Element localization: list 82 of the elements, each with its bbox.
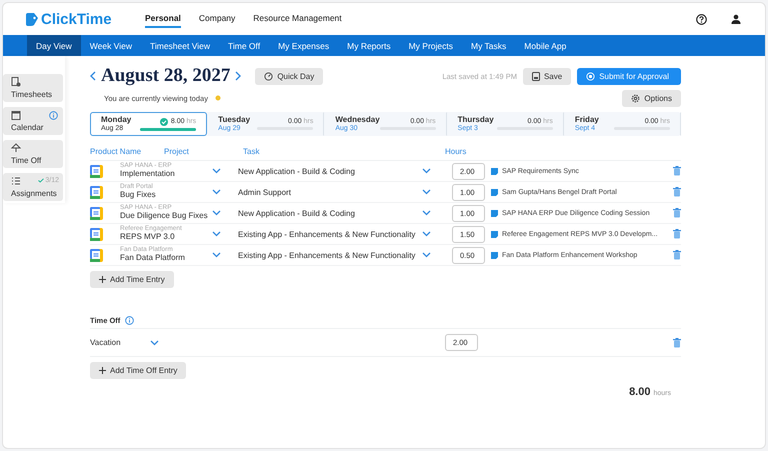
top-tab[interactable]: Personal [145, 10, 181, 28]
column-header: Product Name [90, 147, 142, 158]
logo-icon [25, 12, 39, 26]
sidebar-item[interactable]: Timesheets [3, 74, 63, 102]
check-icon [38, 178, 44, 183]
chevron-down-icon[interactable] [422, 210, 431, 216]
nav-tab[interactable]: Week View [80, 35, 141, 56]
chevron-down-icon[interactable] [212, 189, 221, 195]
calendar-app-icon [90, 186, 103, 198]
task-selector[interactable]: New Application - Build & Coding [238, 208, 422, 218]
save-icon [532, 72, 540, 80]
submit-icon [586, 72, 596, 80]
time-off-type[interactable]: Vacation [90, 338, 150, 347]
trash-icon[interactable] [673, 250, 681, 260]
nav-tab[interactable]: My Tasks [462, 35, 516, 56]
quick-day-button[interactable]: Quick Day [255, 68, 324, 84]
note-icon [491, 230, 498, 238]
previous-icon[interactable] [90, 71, 96, 81]
plus-icon [99, 276, 106, 283]
checklist-icon [11, 176, 21, 186]
trash-icon[interactable] [673, 208, 681, 218]
nav-tab[interactable]: Timesheet View [140, 35, 219, 56]
info-icon[interactable] [125, 316, 134, 325]
nav-tab[interactable]: My Expenses [269, 35, 338, 56]
chevron-down-icon[interactable] [422, 189, 431, 195]
note-icon [491, 252, 498, 258]
info-icon[interactable] [49, 111, 58, 120]
nav-tab[interactable]: Time Off [218, 35, 270, 56]
sidebar-label: Timesheets [11, 90, 54, 99]
trash-icon[interactable] [673, 166, 681, 176]
column-header: Hours [445, 147, 468, 158]
sidebar-item[interactable]: Calendar [3, 107, 63, 135]
nav-tab[interactable]: Day View [27, 35, 81, 56]
add-time-entry-button[interactable]: Add Time Entry [90, 271, 174, 288]
note-icon [491, 168, 498, 174]
nav-tab[interactable]: My Projects [400, 35, 462, 56]
task-selector[interactable]: New Application - Build & Coding [238, 166, 422, 176]
calendar-app-icon [90, 164, 103, 178]
top-tab[interactable]: Company [198, 10, 236, 28]
chevron-down-icon[interactable] [212, 231, 221, 237]
task-selector[interactable]: Existing App - Enhancements & New Functionality [238, 230, 422, 238]
trash-icon[interactable] [673, 229, 681, 239]
help-icon[interactable] [696, 14, 707, 24]
calendar-app-icon [90, 228, 103, 240]
total-hours: 8.00 [629, 386, 650, 398]
note-icon [491, 210, 498, 216]
next-icon[interactable] [235, 71, 242, 81]
add-time-off-button[interactable]: Add Time Off Entry [90, 362, 186, 379]
sidebar-label: Time Off [11, 156, 42, 165]
chevron-down-icon[interactable] [212, 252, 221, 258]
chevron-down-icon[interactable] [422, 252, 431, 258]
note-icon [491, 188, 498, 196]
options-button[interactable]: Options [622, 90, 681, 106]
umbrella-icon [11, 143, 21, 153]
stopwatch-icon [264, 72, 274, 80]
calendar-icon [11, 110, 21, 120]
task-selector[interactable]: Admin Support [238, 188, 422, 196]
nav-tab[interactable]: My Reports [338, 35, 400, 56]
chevron-down-icon[interactable] [150, 340, 159, 346]
chevron-down-icon[interactable] [422, 168, 431, 174]
user-icon[interactable] [731, 14, 741, 24]
chevron-down-icon[interactable] [212, 168, 221, 174]
settings-icon [631, 94, 640, 102]
calendar-app-icon [90, 206, 103, 220]
calendar-app-icon [90, 248, 103, 262]
plus-icon [99, 367, 106, 374]
save-button[interactable]: Save [522, 68, 572, 84]
column-header: Task [243, 147, 260, 158]
chevron-down-icon[interactable] [422, 231, 431, 237]
column-header: Project [164, 147, 190, 158]
date-title: August 28, 2027 [101, 65, 230, 87]
chevron-down-icon[interactable] [212, 210, 221, 216]
trash-icon[interactable] [673, 187, 681, 197]
nav-tab[interactable]: Mobile App [515, 35, 576, 56]
document-icon [11, 77, 21, 87]
top-tab[interactable]: Resource Management [253, 10, 342, 28]
sidebar-label: Calendar [11, 123, 44, 132]
logo-text[interactable]: ClickTime [41, 10, 112, 28]
trash-icon[interactable] [673, 338, 681, 348]
sidebar-label: Assignments [11, 189, 55, 198]
task-selector[interactable]: Existing App - Enhancements & New Functionality [238, 250, 422, 260]
sidebar-item[interactable]: Time Off [3, 140, 63, 168]
